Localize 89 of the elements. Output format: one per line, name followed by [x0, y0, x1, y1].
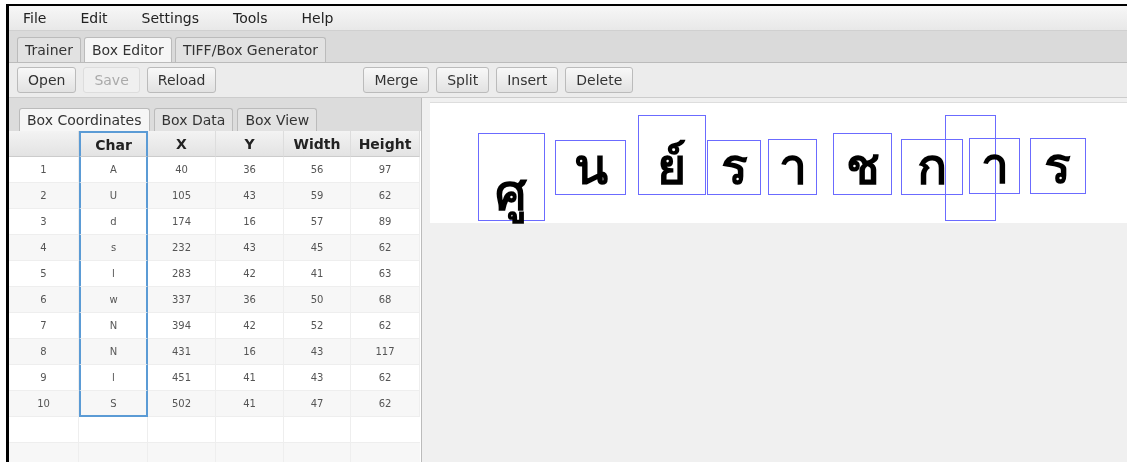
glyph-box[interactable]: ย์	[637, 115, 707, 196]
glyph-box[interactable]: ก	[900, 138, 963, 195]
menu-item[interactable]: Edit	[80, 10, 108, 26]
menu-item[interactable]: Help	[301, 10, 334, 26]
table-cell: N	[79, 339, 148, 365]
table-cell: 232	[148, 235, 216, 261]
column-header[interactable]: Width	[284, 131, 351, 157]
table-cell: 47	[284, 391, 351, 417]
toolbar-button[interactable]: Merge	[363, 67, 430, 93]
table-cell: 42	[216, 261, 284, 287]
table-cell: 337	[148, 287, 216, 313]
table-cell: 16	[216, 209, 284, 235]
table-cell: 174	[148, 209, 216, 235]
table-cell: 42	[216, 313, 284, 339]
table-cell: 62	[351, 391, 420, 417]
column-header[interactable]: Y	[216, 131, 284, 157]
glyph-box[interactable]: ช	[832, 133, 893, 195]
tab[interactable]: Box Editor	[83, 37, 172, 62]
table-cell: 62	[351, 183, 420, 209]
glyph-box[interactable]: ร	[1029, 137, 1087, 194]
table-cell: 43	[284, 339, 351, 365]
table-cell: l	[79, 261, 148, 287]
table-cell: 8	[9, 339, 79, 365]
table-cell: 10	[9, 391, 79, 417]
table-cell: 52	[284, 313, 351, 339]
table-cell: 56	[284, 157, 351, 183]
table-cell: 16	[216, 339, 284, 365]
menu-item[interactable]: Tools	[233, 10, 268, 26]
table-cell: S	[79, 391, 148, 417]
toolbar-button[interactable]: Insert	[496, 67, 559, 93]
table-cell: 97	[351, 157, 420, 183]
glyph-box[interactable]: า	[768, 138, 818, 196]
table-cell: 41	[216, 365, 284, 391]
glyph-box[interactable]: น	[555, 139, 626, 196]
table-cell: 6	[9, 287, 79, 313]
table-cell: 2	[9, 183, 79, 209]
toolbar-button[interactable]: Delete	[565, 67, 634, 93]
table-cell: 431	[148, 339, 216, 365]
table-cell: s	[79, 235, 148, 261]
table-cell: 36	[216, 157, 284, 183]
table-cell: A	[79, 157, 148, 183]
table-cell: 7	[9, 313, 79, 339]
glyph-box[interactable]: ร	[707, 139, 761, 196]
menu-item[interactable]: File	[23, 10, 47, 26]
column-header[interactable]: X	[148, 131, 216, 157]
table-cell: 9	[9, 365, 79, 391]
table-cell: 43	[216, 235, 284, 261]
table-cell: w	[79, 287, 148, 313]
table-cell: U	[79, 183, 148, 209]
table-cell: d	[79, 209, 148, 235]
table-cell: N	[79, 313, 148, 339]
table-cell: 502	[148, 391, 216, 417]
table-cell: 1	[9, 157, 79, 183]
table-cell: 62	[351, 313, 420, 339]
table-cell: 62	[351, 365, 420, 391]
tab[interactable]: Trainer	[17, 37, 81, 62]
table-cell: 41	[216, 391, 284, 417]
toolbar-button[interactable]: Split	[436, 67, 490, 93]
table-cell: 62	[351, 235, 420, 261]
table-cell: 117	[351, 339, 420, 365]
table-cell: 50	[284, 287, 351, 313]
panel-tab[interactable]: Box Data	[153, 108, 234, 131]
table-cell: 3	[9, 209, 79, 235]
table-cell: 4	[9, 235, 79, 261]
table-cell: 451	[148, 365, 216, 391]
toolbar-button[interactable]: Reload	[146, 67, 217, 93]
table-cell: 43	[284, 365, 351, 391]
table-cell: 283	[148, 261, 216, 287]
column-header[interactable]: Height	[351, 131, 420, 157]
table-cell: 41	[284, 261, 351, 287]
panel-tab[interactable]: Box Coordinates	[19, 108, 150, 131]
table-cell: 40	[148, 157, 216, 183]
table-cell: 43	[216, 183, 284, 209]
table-cell: l	[79, 365, 148, 391]
tab[interactable]: TIFF/Box Generator	[174, 37, 326, 62]
table-cell: 59	[284, 183, 351, 209]
table-cell: 36	[216, 287, 284, 313]
table-cell: 394	[148, 313, 216, 339]
table-cell: 57	[284, 209, 351, 235]
panel-tab[interactable]: Box View	[237, 108, 318, 131]
table-cell: 63	[351, 261, 420, 287]
table-cell: 68	[351, 287, 420, 313]
toolbar-button[interactable]: Open	[17, 67, 77, 93]
menu-item[interactable]: Settings	[141, 10, 199, 26]
table-cell: 105	[148, 183, 216, 209]
column-header[interactable]: Char	[79, 131, 148, 157]
table-cell: 45	[284, 235, 351, 261]
table-cell: 89	[351, 209, 420, 235]
table-cell: 5	[9, 261, 79, 287]
